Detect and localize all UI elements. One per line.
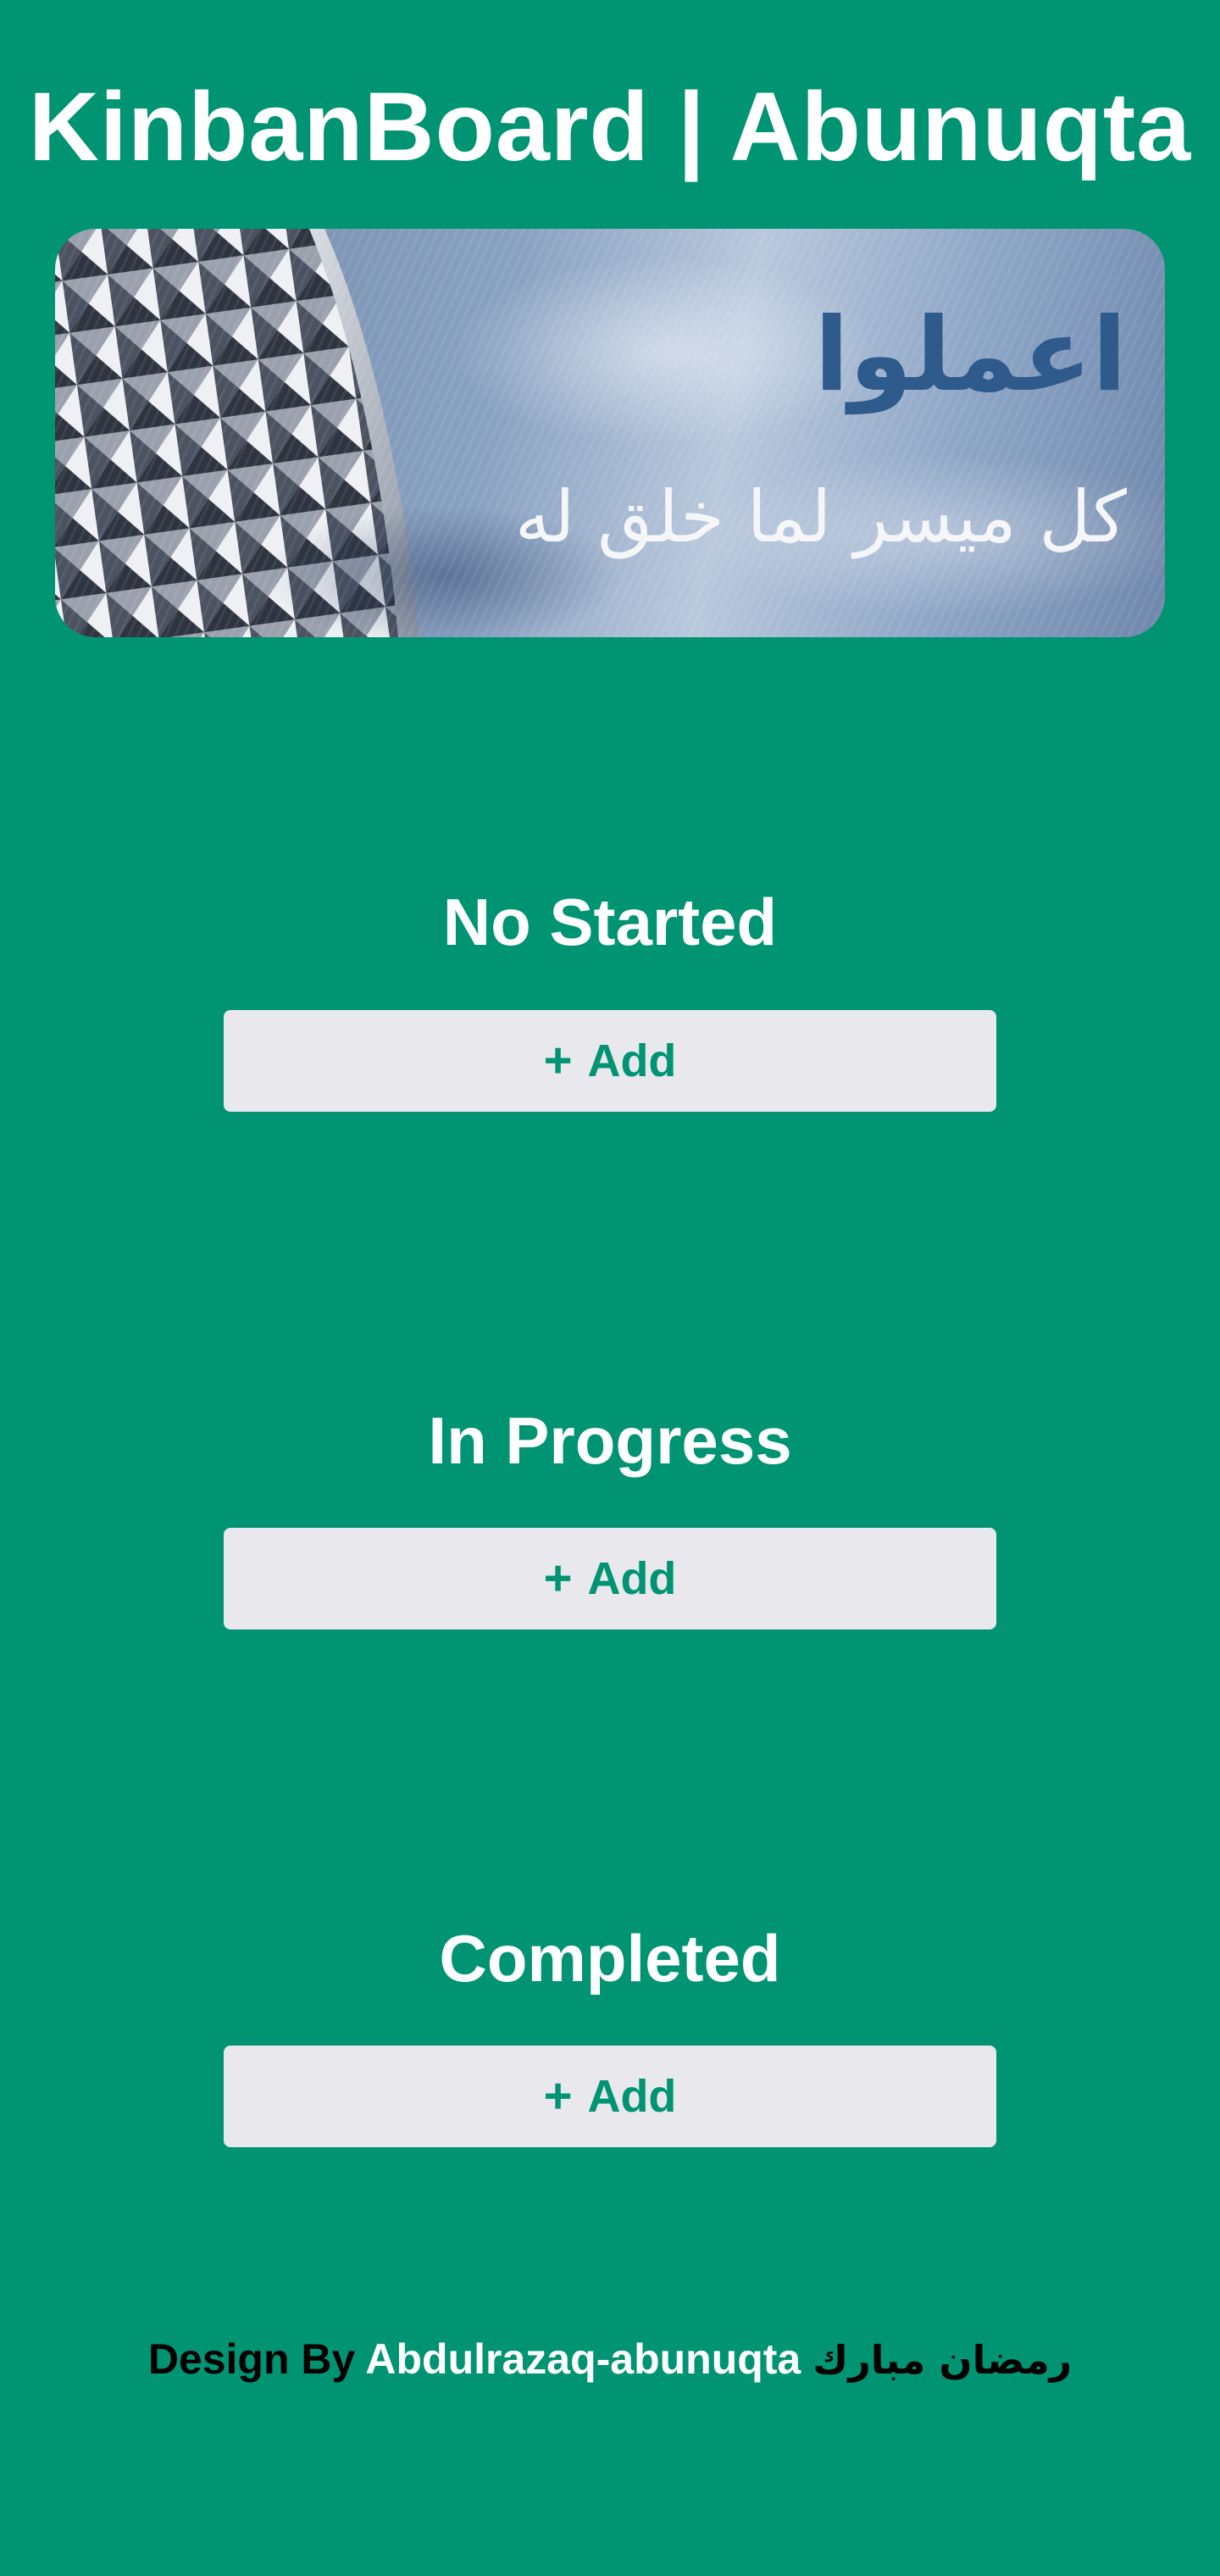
banner-headline: اعملوا xyxy=(814,297,1127,414)
add-button-label: Add xyxy=(587,1553,677,1604)
add-task-button[interactable]: + Add xyxy=(224,1528,996,1629)
plus-icon: + xyxy=(543,1033,573,1088)
motivational-banner-image: اعملوا كل ميسر لما خلق له xyxy=(55,229,1165,637)
plus-icon: + xyxy=(543,2068,573,2124)
plus-icon: + xyxy=(543,1551,573,1606)
column-title: In Progress xyxy=(428,1403,792,1478)
page-title: KinbanBoard | Abunuqta xyxy=(28,73,1192,181)
footer-credit: Design By Abdulrazaq-abunuqta رمضان مبار… xyxy=(0,2332,1220,2387)
add-task-button[interactable]: + Add xyxy=(224,2046,996,2147)
column-completed: Completed + Add xyxy=(0,1916,1220,2170)
footer-prefix: Design By xyxy=(147,2335,356,2383)
add-button-label: Add xyxy=(587,1035,677,1086)
footer-greeting: رمضان مبارك xyxy=(812,2337,1073,2383)
banner-subline: كل ميسر لما خلق له xyxy=(514,475,1127,558)
column-title: Completed xyxy=(439,1921,781,1996)
add-task-button[interactable]: + Add xyxy=(224,1010,996,1112)
column-not-started: No Started + Add xyxy=(0,880,1220,1134)
column-in-progress: In Progress + Add xyxy=(0,1398,1220,1652)
column-title: No Started xyxy=(442,885,778,959)
add-button-label: Add xyxy=(587,2071,677,2122)
footer-author: Abdulrazaq-abunuqta xyxy=(365,2335,801,2383)
